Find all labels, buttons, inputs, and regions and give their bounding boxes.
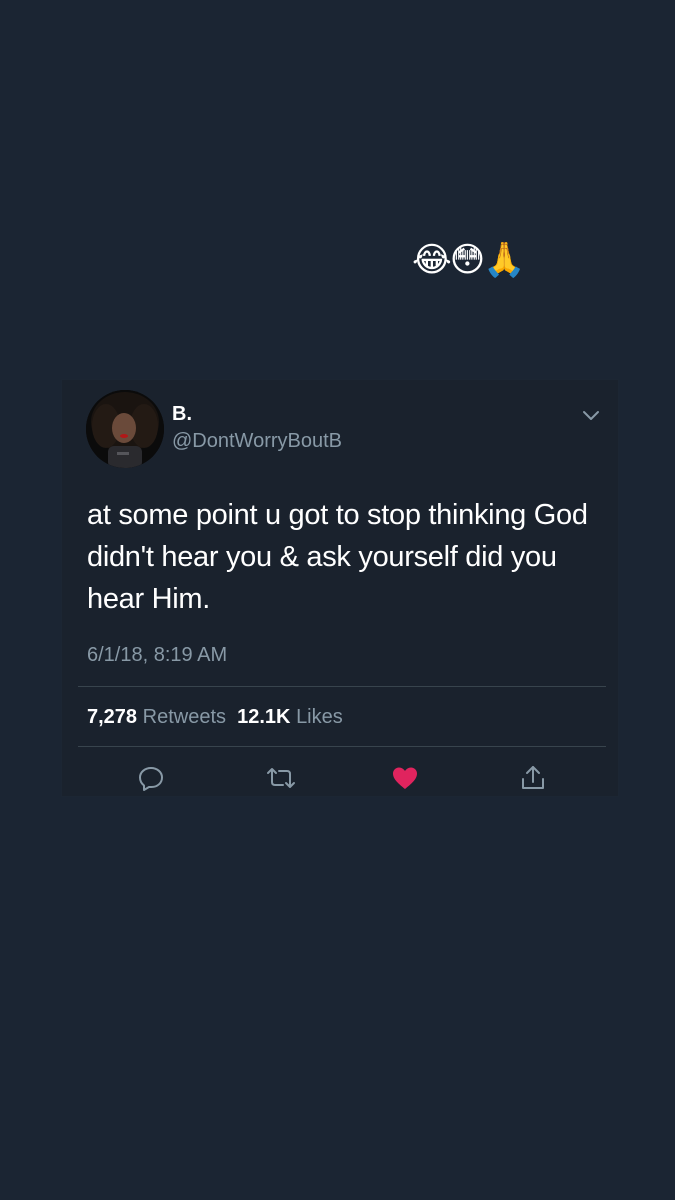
chevron-down-icon[interactable]: [580, 404, 602, 426]
caption-emojis: 😂😳🙏: [412, 240, 526, 280]
display-name[interactable]: B.: [172, 402, 192, 426]
user-handle[interactable]: @DontWorryBoutB: [172, 429, 342, 453]
like-button[interactable]: [390, 763, 420, 793]
tweet-card: B. @DontWorryBoutB at some point u got t…: [62, 380, 618, 796]
like-count[interactable]: 12.1K: [237, 706, 290, 728]
reply-icon: [139, 767, 163, 791]
retweet-button[interactable]: [266, 763, 296, 793]
share-icon: [522, 766, 544, 789]
like-label[interactable]: Likes: [296, 706, 343, 728]
reply-button[interactable]: [136, 763, 166, 793]
retweet-label[interactable]: Retweets: [143, 706, 226, 728]
heart-icon: [393, 767, 417, 789]
avatar[interactable]: [86, 390, 164, 468]
divider: [78, 746, 606, 747]
tweet-text: at some point u got to stop thinking God…: [87, 499, 588, 615]
tweet-stats: 7,278 Retweets 12.1K Likes: [87, 705, 343, 729]
avatar-image: [86, 390, 164, 468]
tweet-timestamp[interactable]: 6/1/18, 8:19 AM: [87, 643, 227, 667]
share-button[interactable]: [518, 763, 548, 793]
retweet-icon: [267, 768, 295, 788]
retweet-count[interactable]: 7,278: [87, 706, 137, 728]
divider: [78, 686, 606, 687]
